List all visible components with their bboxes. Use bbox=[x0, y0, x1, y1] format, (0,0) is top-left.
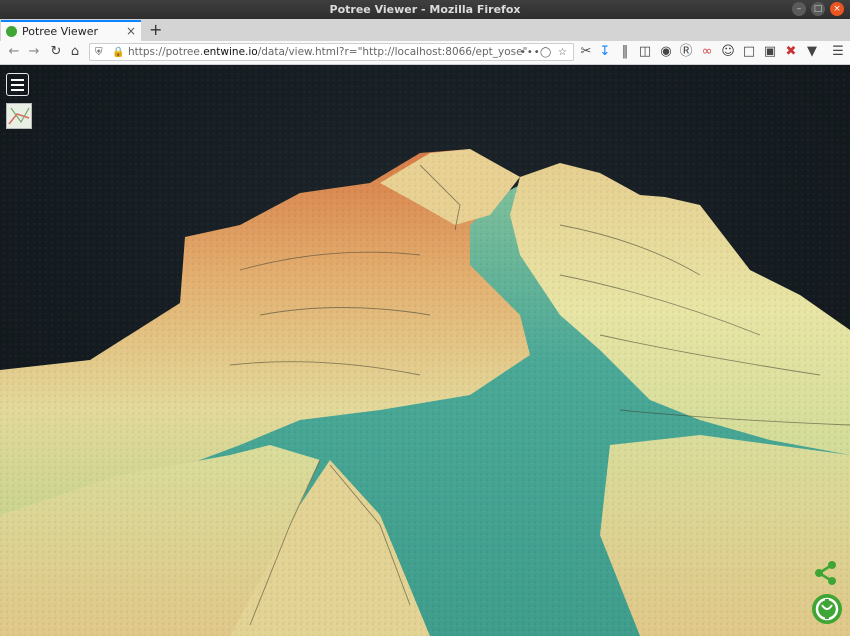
shield-icon[interactable]: ⛨ bbox=[95, 45, 103, 61]
minimize-icon[interactable]: – bbox=[792, 2, 806, 16]
window-title: Potree Viewer - Mozilla Firefox bbox=[329, 3, 521, 16]
account-icon[interactable]: ☺ bbox=[720, 44, 736, 60]
lock-icon[interactable]: 🔒 bbox=[112, 45, 124, 61]
library-icon[interactable]: ‖ bbox=[617, 44, 633, 60]
pocket-icon[interactable]: ◯ bbox=[540, 45, 551, 61]
sidebar-icon[interactable]: ◫ bbox=[637, 44, 653, 60]
home-icon[interactable]: ⌂ bbox=[67, 44, 83, 60]
extension-3-icon[interactable]: ▣ bbox=[762, 44, 778, 60]
extension-icon[interactable]: ◉ bbox=[658, 44, 674, 60]
point-cloud-viewer[interactable] bbox=[0, 65, 850, 636]
extension-4-icon[interactable]: ✖ bbox=[783, 44, 799, 60]
container-icon[interactable]: □ bbox=[741, 44, 757, 60]
terrain-render[interactable] bbox=[0, 65, 850, 636]
bookmark-star-icon[interactable]: ☆ bbox=[558, 45, 567, 61]
map-lines-icon bbox=[8, 107, 30, 125]
download-icon[interactable]: ↧ bbox=[597, 44, 613, 60]
navigation-bar: ← → ↻ ⌂ ⛨ 🔒 https://potree.entwine.io/da… bbox=[0, 41, 850, 65]
page-actions-icon[interactable]: ••• bbox=[520, 45, 541, 61]
extension-5-icon[interactable]: ▼ bbox=[804, 44, 820, 60]
tab-bar: Potree Viewer × + bbox=[0, 19, 850, 41]
close-window-icon[interactable]: × bbox=[830, 2, 844, 16]
tab-label: Potree Viewer bbox=[22, 25, 98, 38]
forward-arrow-icon[interactable]: → bbox=[26, 44, 42, 60]
window-controls: – □ × bbox=[792, 2, 844, 16]
wordpress-icon[interactable]: Ⓡ bbox=[678, 44, 694, 60]
screenshot-icon[interactable]: ✂ bbox=[578, 44, 594, 60]
share-icon[interactable] bbox=[812, 560, 838, 586]
browser-menu-icon[interactable]: ☰ bbox=[830, 44, 846, 60]
potree-favicon-icon bbox=[6, 26, 17, 37]
new-tab-button[interactable]: + bbox=[149, 20, 162, 39]
extension-2-icon[interactable]: ∞ bbox=[699, 44, 715, 60]
url-bar[interactable]: ⛨ 🔒 https://potree.entwine.io/data/view.… bbox=[89, 43, 574, 61]
url-text: https://potree.entwine.io/data/view.html… bbox=[128, 44, 527, 60]
map-thumbnail-icon[interactable] bbox=[6, 103, 32, 129]
back-arrow-icon[interactable]: ← bbox=[6, 44, 22, 60]
hamburger-menu-icon[interactable] bbox=[6, 73, 29, 96]
url-host: entwine.io bbox=[203, 46, 258, 58]
maximize-icon[interactable]: □ bbox=[811, 2, 825, 16]
url-path: /data/view.html?r="http://localhost:8066… bbox=[257, 46, 528, 58]
window-titlebar: Potree Viewer - Mozilla Firefox – □ × bbox=[0, 0, 850, 19]
tab-potree-viewer[interactable]: Potree Viewer × bbox=[1, 20, 141, 41]
potree-logo-icon[interactable] bbox=[811, 593, 843, 625]
tab-close-icon[interactable]: × bbox=[126, 24, 136, 38]
reload-icon[interactable]: ↻ bbox=[48, 44, 64, 60]
url-prefix: https://potree. bbox=[128, 46, 204, 58]
